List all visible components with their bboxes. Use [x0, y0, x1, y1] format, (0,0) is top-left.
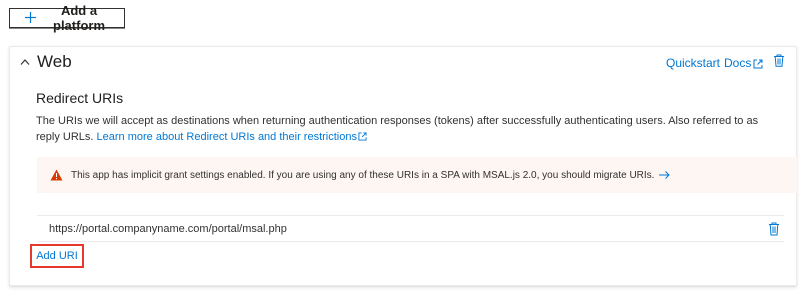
docs-label: Docs	[724, 56, 752, 70]
warning-icon	[50, 169, 63, 181]
platform-title: Web	[37, 52, 72, 71]
add-platform-button[interactable]: Add a platform	[9, 3, 125, 33]
redirect-uris-description: The URIs we will accept as destinations …	[36, 113, 784, 145]
delete-uri-trash-icon[interactable]	[768, 222, 780, 236]
quickstart-link[interactable]: Quickstart	[666, 56, 720, 70]
redirect-uri-value[interactable]: https://portal.companyname.com/portal/ms…	[49, 223, 287, 235]
redirect-uri-row: https://portal.companyname.com/portal/ms…	[37, 215, 784, 242]
add-platform-label: Add a platform	[53, 3, 105, 33]
learn-more-label: Learn more about Redirect URIs and their…	[96, 131, 357, 143]
add-uri-label: Add URI	[36, 250, 78, 262]
external-link-icon	[753, 59, 763, 69]
plus-icon	[25, 12, 36, 23]
add-uri-button[interactable]: Add URI	[30, 244, 84, 268]
learn-more-link[interactable]: Learn more about Redirect URIs and their…	[97, 131, 367, 143]
redirect-uris-heading: Redirect URIs	[36, 90, 124, 106]
warning-text: This app has implicit grant settings ena…	[71, 169, 655, 181]
implicit-grant-warning-banner: This app has implicit grant settings ena…	[37, 157, 797, 193]
docs-link[interactable]: Docs	[724, 56, 763, 70]
web-platform-card: Web Quickstart Docs Redirect URIs The UR…	[9, 46, 797, 286]
arrow-right-icon[interactable]	[659, 171, 671, 179]
external-link-icon	[358, 132, 367, 141]
delete-platform-trash-icon[interactable]	[773, 54, 785, 67]
chevron-up-icon[interactable]	[20, 58, 30, 66]
